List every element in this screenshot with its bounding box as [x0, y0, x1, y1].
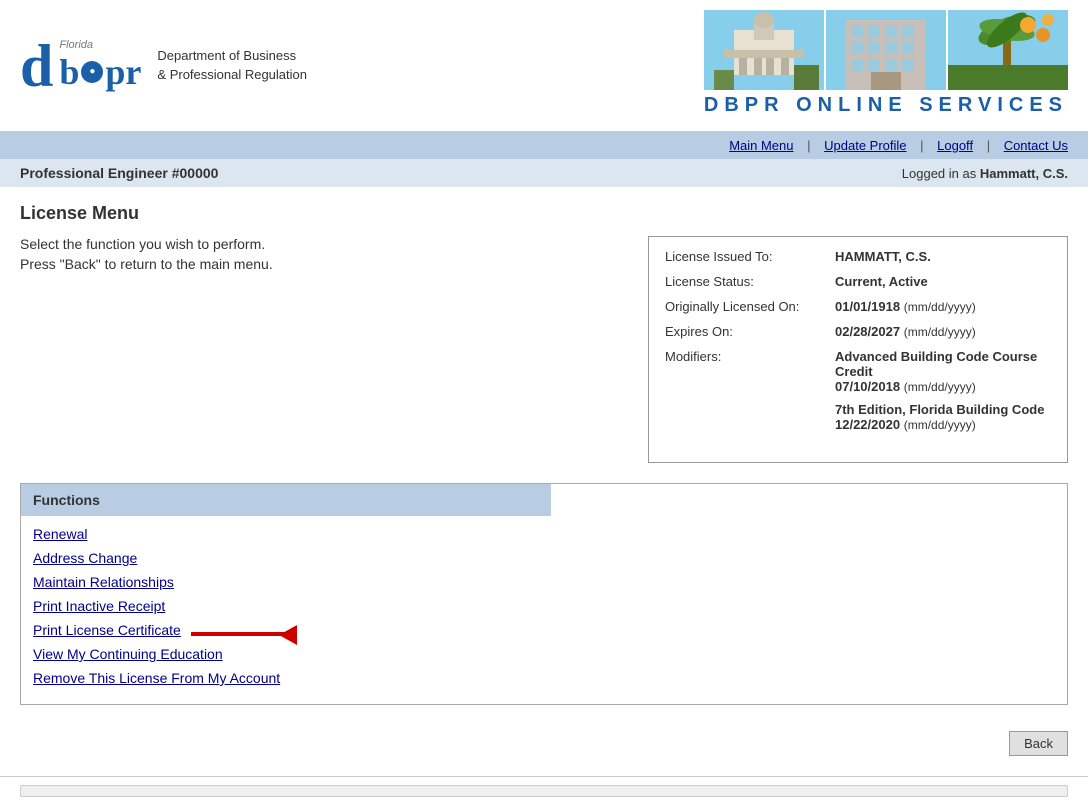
print-certificate-row: Print License Certificate [33, 622, 1055, 646]
modifier-1-date: 07/10/2018 (mm/dd/yyyy) [835, 379, 1051, 394]
originally-licensed-row: Originally Licensed On: 01/01/1918 (mm/d… [665, 299, 1051, 314]
status-row: License Status: Current, Active [665, 274, 1051, 289]
print-license-certificate-link[interactable]: Print License Certificate [33, 622, 181, 638]
modifier-1-format: (mm/dd/yyyy) [904, 380, 976, 394]
capitol-svg [704, 10, 824, 90]
functions-section: Functions Renewal Address Change Maintai… [20, 483, 1068, 705]
red-arrow-icon [191, 623, 311, 645]
modifier-2-name: 7th Edition, Florida Building Code [835, 402, 1051, 417]
expires-value: 02/28/2027 (mm/dd/yyyy) [835, 324, 976, 339]
logo-pr: pr [105, 51, 141, 93]
issued-to-value: HAMMATT, C.S. [835, 249, 931, 264]
logo-bpr-letters: Florida b ● pr [59, 39, 141, 93]
modifiers-row: Modifiers: Advanced Building Code Course… [665, 349, 1051, 440]
florida-label: Florida [59, 39, 141, 51]
logo-b: b [59, 51, 79, 93]
instruction-2: Press "Back" to return to the main menu. [20, 256, 628, 272]
back-button[interactable]: Back [1009, 731, 1068, 756]
header-banner: DBPR ONLINE SERVICES [704, 10, 1068, 121]
scrollbar[interactable] [20, 785, 1068, 797]
page-header: d Florida b ● pr Department of Business … [0, 0, 1088, 132]
instruction-1: Select the function you wish to perform. [20, 236, 628, 252]
remove-license-link[interactable]: Remove This License From My Account [33, 670, 1055, 686]
logged-in-info: Logged in as Hammatt, C.S. [902, 166, 1068, 181]
functions-header: Functions [21, 484, 551, 516]
left-panel: Select the function you wish to perform.… [20, 236, 628, 276]
banner-palm-image [948, 10, 1068, 90]
building-svg [826, 10, 946, 90]
status-label: License Status: [665, 274, 835, 289]
expires-row: Expires On: 02/28/2027 (mm/dd/yyyy) [665, 324, 1051, 339]
dept-line1: Department of Business [157, 47, 307, 65]
logo-area: d Florida b ● pr Department of Business … [20, 36, 307, 96]
main-menu-link[interactable]: Main Menu [729, 138, 793, 153]
issued-to-label: License Issued To: [665, 249, 835, 264]
info-bar: Professional Engineer #00000 Logged in a… [0, 159, 1088, 187]
main-content: License Menu Select the function you wis… [0, 187, 1088, 721]
logged-in-user: Hammatt, C.S. [980, 166, 1068, 181]
status-value: Current, Active [835, 274, 928, 289]
modifier-1-block: Advanced Building Code Course Credit 07/… [835, 349, 1051, 394]
view-continuing-education-link[interactable]: View My Continuing Education [33, 646, 1055, 662]
modifiers-value: Advanced Building Code Course Credit 07/… [835, 349, 1051, 440]
logged-in-label: Logged in as [902, 166, 980, 181]
modifier-2-format: (mm/dd/yyyy) [904, 418, 976, 432]
expires-date: 02/28/2027 [835, 324, 900, 339]
originally-licensed-date: 01/01/1918 [835, 299, 900, 314]
modifier-2-date: 12/22/2020 (mm/dd/yyyy) [835, 417, 1051, 432]
banner-capitol-image [704, 10, 824, 90]
issued-to-row: License Issued To: HAMMATT, C.S. [665, 249, 1051, 264]
banner-building-image [826, 10, 946, 90]
expires-label: Expires On: [665, 324, 835, 339]
update-profile-link[interactable]: Update Profile [824, 138, 906, 153]
nav-bar: Main Menu | Update Profile | Logoff | Co… [0, 132, 1088, 159]
content-area: Select the function you wish to perform.… [20, 236, 1068, 463]
license-number: Professional Engineer #00000 [20, 165, 218, 181]
renewal-link[interactable]: Renewal [33, 526, 1055, 542]
palm-svg [948, 10, 1068, 90]
print-inactive-receipt-link[interactable]: Print Inactive Receipt [33, 598, 1055, 614]
back-area: Back [0, 721, 1088, 766]
dept-line2: & Professional Regulation [157, 66, 307, 84]
banner-images [704, 10, 1068, 90]
contact-us-link[interactable]: Contact Us [1004, 138, 1068, 153]
modifiers-label: Modifiers: [665, 349, 835, 440]
page-title: License Menu [20, 203, 1068, 224]
maintain-relationships-link[interactable]: Maintain Relationships [33, 574, 1055, 590]
nav-separator-1: | [807, 138, 814, 153]
logoff-link[interactable]: Logoff [937, 138, 973, 153]
modifier-1-name: Advanced Building Code Course Credit [835, 349, 1051, 379]
address-change-link[interactable]: Address Change [33, 550, 1055, 566]
originally-licensed-label: Originally Licensed On: [665, 299, 835, 314]
dbpr-logo: d Florida b ● pr Department of Business … [20, 36, 307, 96]
banner-title: DBPR ONLINE SERVICES [704, 90, 1068, 121]
logo-d-letter: d [20, 36, 53, 96]
logo-circle-icon: ● [81, 61, 103, 83]
originally-licensed-value: 01/01/1918 (mm/dd/yyyy) [835, 299, 976, 314]
modifier-2-block: 7th Edition, Florida Building Code 12/22… [835, 402, 1051, 432]
footer [0, 776, 1088, 805]
license-info-box: License Issued To: HAMMATT, C.S. License… [648, 236, 1068, 463]
functions-list: Renewal Address Change Maintain Relation… [21, 516, 1067, 704]
nav-separator-3: | [987, 138, 994, 153]
nav-separator-2: | [920, 138, 927, 153]
